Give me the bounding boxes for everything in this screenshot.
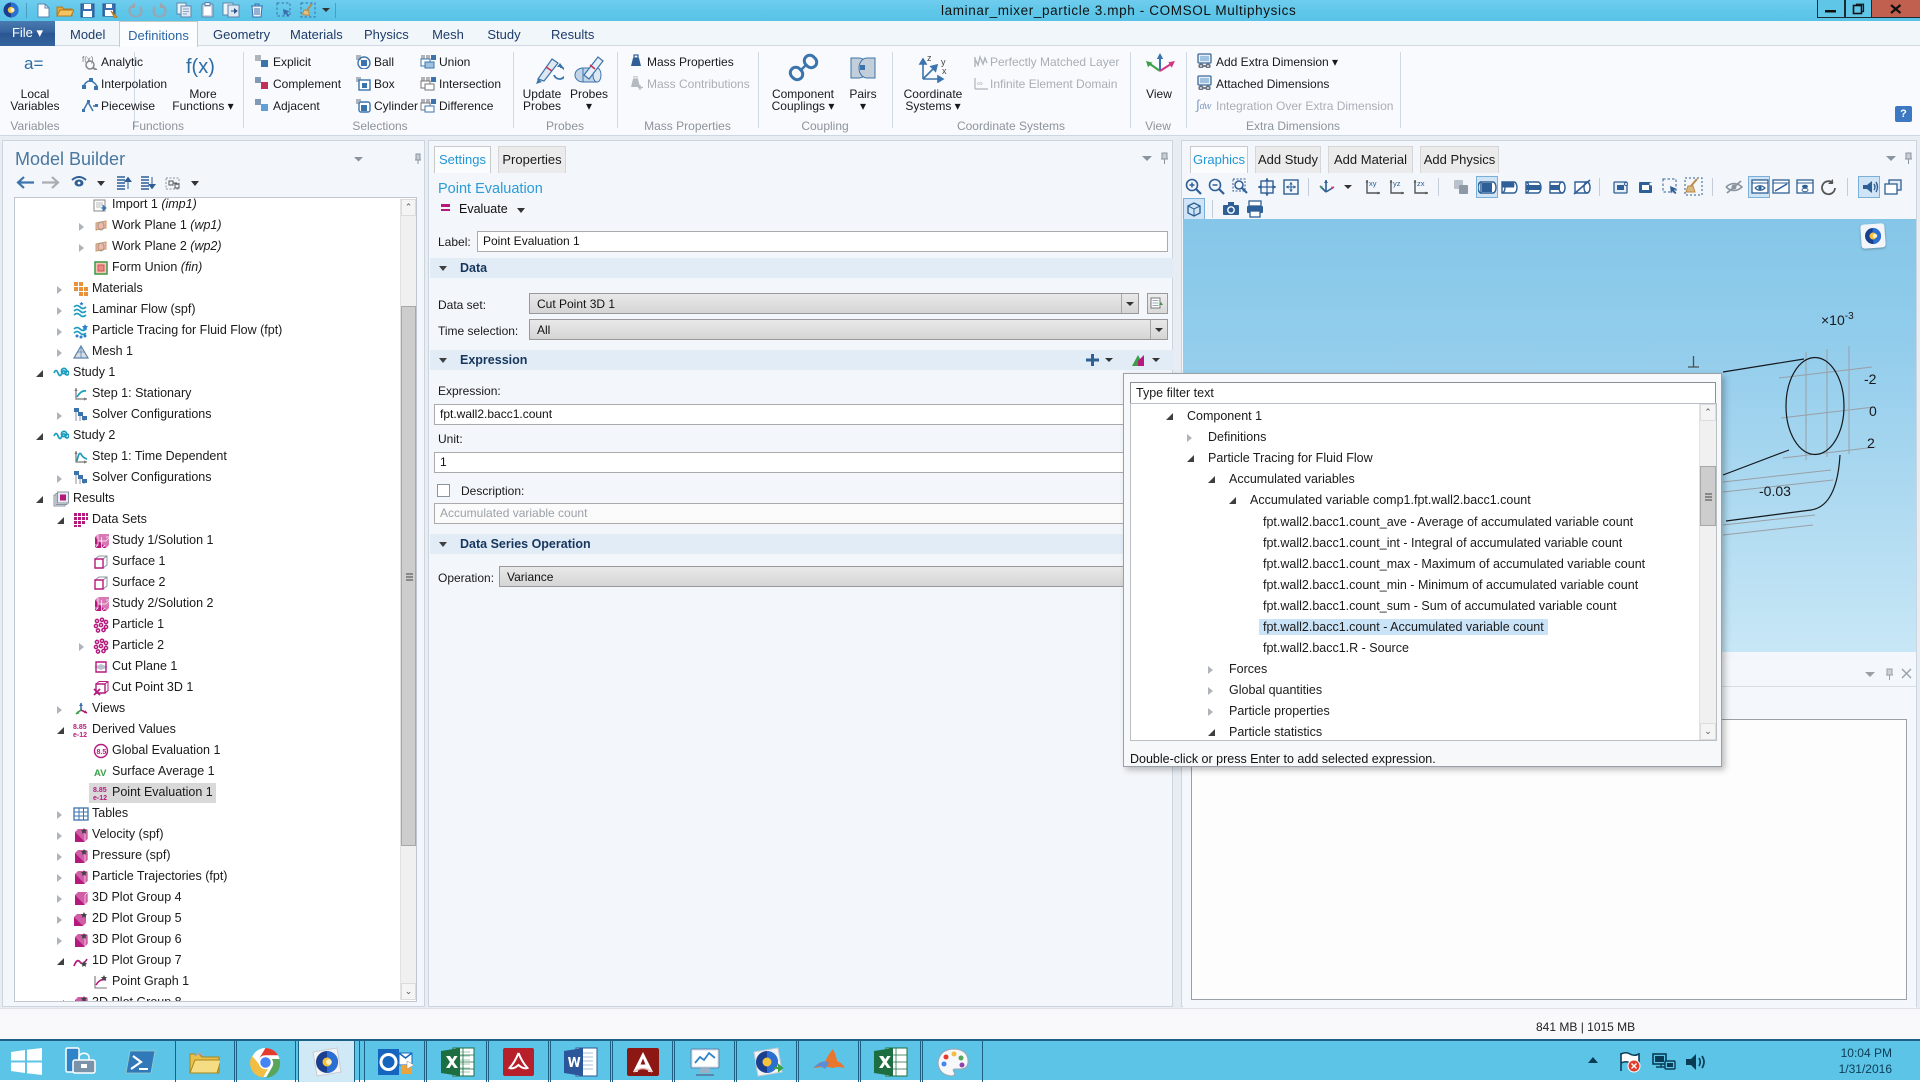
svg-text:x: x	[942, 66, 947, 76]
svg-text:∞: ∞	[977, 79, 983, 88]
svg-text:AV: AV	[94, 768, 107, 779]
svg-text:yz: yz	[1393, 179, 1401, 188]
svg-text:2: 2	[1867, 435, 1875, 451]
svg-text:f(x): f(x)	[82, 55, 94, 64]
svg-text:8.85: 8.85	[73, 724, 87, 731]
svg-text:z: z	[927, 53, 932, 63]
svg-text:×10-3: ×10-3	[1821, 311, 1854, 328]
svg-text:0: 0	[1869, 403, 1877, 419]
svg-text:e-12: e-12	[93, 795, 107, 801]
svg-text:zx: zx	[1417, 179, 1425, 188]
svg-text:8.5: 8.5	[97, 749, 107, 756]
svg-text:-2: -2	[1864, 371, 1877, 387]
svg-text:-0.03: -0.03	[1759, 483, 1791, 499]
svg-text:e-12: e-12	[73, 732, 87, 738]
svg-text:8.85: 8.85	[93, 787, 107, 794]
svg-text:xy: xy	[1369, 179, 1377, 188]
